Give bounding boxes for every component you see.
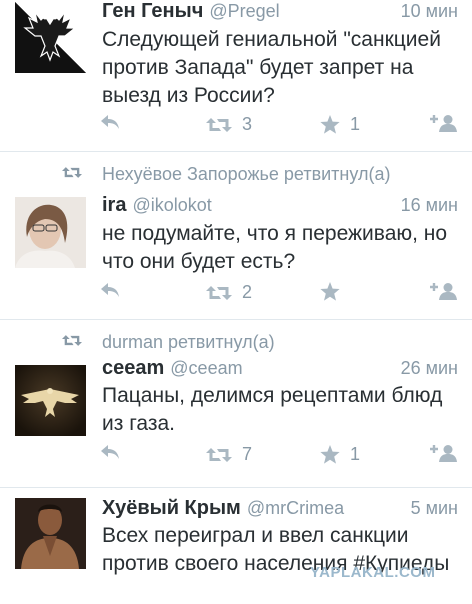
retweet-icon xyxy=(62,334,82,352)
add-user-icon xyxy=(430,115,457,132)
tweet[interactable]: Ген Геныч @Pregel 10 мин Следующей гениал… xyxy=(0,0,472,152)
timestamp[interactable]: 16 мин xyxy=(401,195,458,216)
avatar[interactable] xyxy=(15,365,86,436)
timestamp[interactable]: 5 мин xyxy=(411,498,458,519)
retweet-button[interactable]: 7 xyxy=(206,444,252,465)
reply-icon xyxy=(101,283,119,297)
favorite-button[interactable] xyxy=(320,282,340,301)
tweet-header: ceeam @ceeam 26 мин xyxy=(102,357,458,383)
tweet-header: Ген Геныч @Pregel 10 мин xyxy=(102,0,458,26)
star-icon xyxy=(320,115,340,134)
user-name[interactable]: Хуёвый Крым xyxy=(102,497,241,519)
retweet-icon xyxy=(206,285,232,300)
retweet-icon xyxy=(206,117,232,132)
tweet-text: Пацаны, делимся рецептами блюд из газа. xyxy=(102,384,443,435)
retweeted-by-label[interactable]: Нехуёвое Запорожье ретвитнул(а) xyxy=(102,164,390,185)
favorite-button[interactable]: 1 xyxy=(320,444,360,465)
retweeted-by-label[interactable]: durman ретвитнул(а) xyxy=(102,332,275,353)
retweet-icon xyxy=(62,166,82,184)
favorite-count: 1 xyxy=(350,444,361,464)
follow-button[interactable] xyxy=(430,282,458,300)
user-name[interactable]: ira xyxy=(102,194,126,216)
tweet[interactable]: Хуёвый Крым @mrCrimea 5 мин Всех переигра… xyxy=(0,488,472,604)
tweet-header: ira @ikolokot 16 мин xyxy=(102,194,458,220)
retweet-button[interactable]: 3 xyxy=(206,114,252,135)
follow-button[interactable] xyxy=(430,444,458,462)
tweet-text: не подумайте, что я переживаю, но что он… xyxy=(102,222,448,273)
user-handle[interactable]: @mrCrimea xyxy=(247,498,344,518)
user-handle[interactable]: @Pregel xyxy=(209,1,279,21)
tweet[interactable]: Нехуёвое Запорожье ретвитнул(а) ira @ikol… xyxy=(0,152,472,320)
user-handle[interactable]: @ikolokot xyxy=(132,195,211,215)
man-photo-icon xyxy=(15,498,86,569)
avatar[interactable] xyxy=(15,2,86,73)
retweet-button[interactable]: 2 xyxy=(206,282,252,303)
follow-button[interactable] xyxy=(430,114,458,132)
tweet-actions: 3 1 xyxy=(0,114,472,140)
user-name[interactable]: Ген Геныч xyxy=(102,0,203,22)
tweet-actions: 2 xyxy=(0,282,472,308)
reply-button[interactable] xyxy=(100,114,120,130)
reply-button[interactable] xyxy=(100,444,120,460)
avatar[interactable] xyxy=(15,498,86,569)
retweet-count: 2 xyxy=(242,282,253,302)
timestamp[interactable]: 26 мин xyxy=(401,358,458,379)
retweet-count: 3 xyxy=(242,114,253,134)
timestamp[interactable]: 10 мин xyxy=(401,1,458,22)
favorite-count: 1 xyxy=(350,114,361,134)
user-name[interactable]: ceeam xyxy=(102,357,164,379)
retweet-count: 7 xyxy=(242,444,253,464)
tweet[interactable]: durman ретвитнул(а) ceeam @ceeam 26 мин П… xyxy=(0,320,472,488)
star-icon xyxy=(320,282,340,301)
retweet-icon xyxy=(206,447,232,462)
avatar[interactable] xyxy=(15,197,86,268)
tweet-actions: 7 1 xyxy=(0,444,472,470)
tweet-header: Хуёвый Крым @mrCrimea 5 мин xyxy=(102,497,458,523)
tweet-text: Следующей гениальной "санкцией против За… xyxy=(102,28,441,107)
golden-eagle-icon xyxy=(15,365,86,436)
reply-button[interactable] xyxy=(100,282,120,298)
reply-icon xyxy=(101,445,119,459)
star-icon xyxy=(320,445,340,464)
add-user-icon xyxy=(430,283,457,300)
reply-icon xyxy=(101,115,119,129)
add-user-icon xyxy=(430,445,457,462)
watermark: YAPLAKAL.COM xyxy=(310,564,436,581)
favorite-button[interactable]: 1 xyxy=(320,114,360,135)
double-headed-eagle-icon xyxy=(15,2,86,73)
user-photo-icon xyxy=(15,197,86,268)
user-handle[interactable]: @ceeam xyxy=(170,358,242,378)
